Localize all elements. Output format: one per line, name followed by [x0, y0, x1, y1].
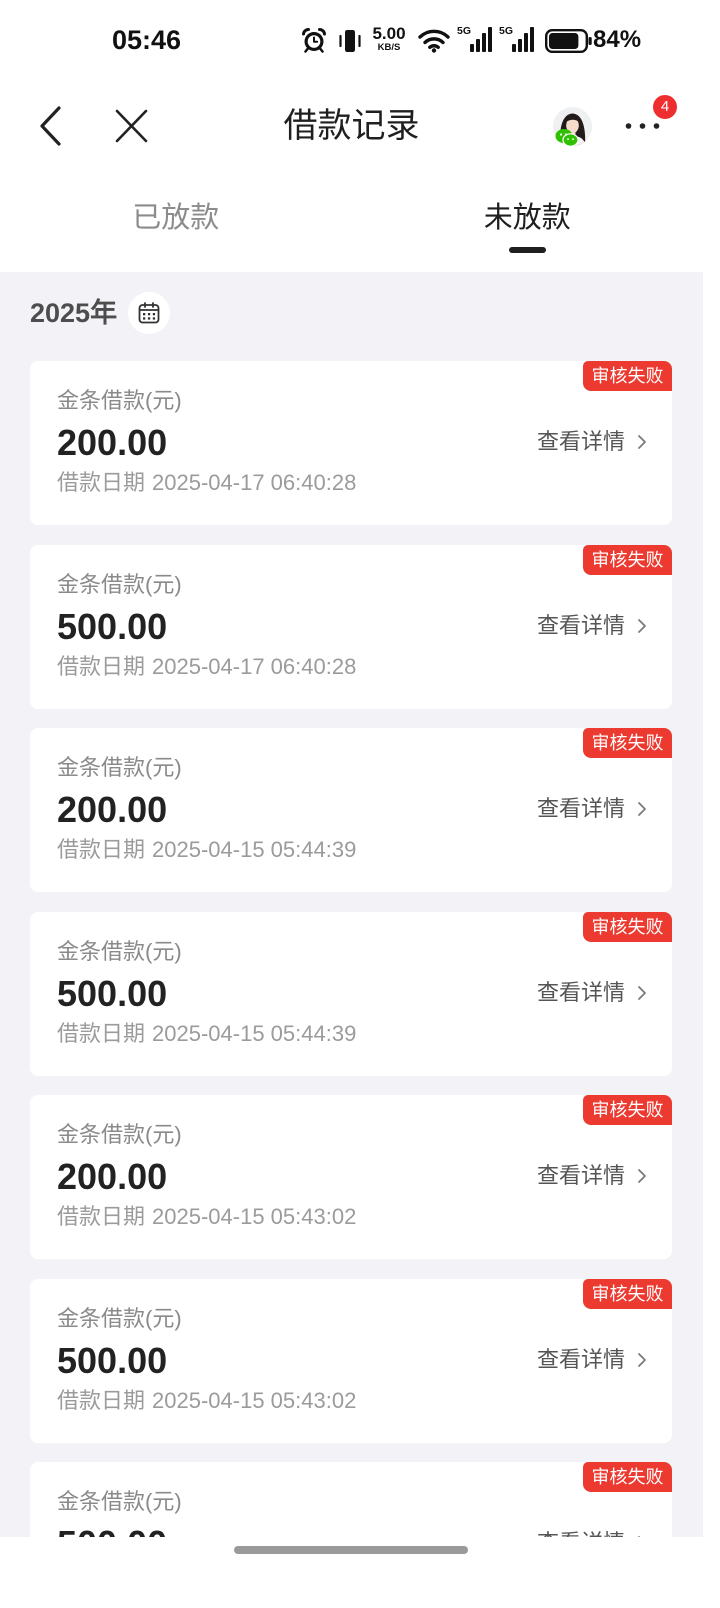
loan-date-value: 2025-04-17 06:40:28 — [152, 470, 357, 495]
loan-date-value: 2025-04-15 05:44:39 — [152, 1020, 357, 1046]
calendar-button[interactable] — [128, 292, 171, 334]
network-type-label: 5G — [499, 25, 514, 37]
network-speed: 5.00 KB/S — [367, 25, 411, 53]
view-details-link[interactable]: 查看详情 — [537, 1528, 647, 1537]
status-time: 05:46 — [112, 25, 182, 55]
calendar-icon — [138, 302, 160, 324]
loan-record-card[interactable]: 审核失败 金条借款(元) 500.00 借款日期 2025-04-15 05:44… — [30, 911, 672, 1076]
loan-date-label: 借款日期 — [57, 1387, 146, 1413]
chevron-right-icon — [638, 985, 646, 1000]
loan-record-card[interactable]: 审核失败 金条借款(元) 500.00 查看详情 — [30, 1462, 672, 1537]
battery-icon — [545, 29, 592, 53]
loan-amount: 500.00 — [57, 1339, 168, 1381]
view-details-label: 查看详情 — [536, 612, 625, 638]
tab-label: 未放款 — [483, 202, 571, 234]
view-details-link[interactable]: 查看详情 — [537, 427, 647, 457]
wifi-icon — [418, 29, 450, 53]
loan-date: 借款日期 2025-04-15 05:43:02 — [57, 1386, 356, 1416]
status-badge: 审核失败 — [583, 1278, 672, 1309]
loan-date-label: 借款日期 — [57, 1204, 146, 1229]
chevron-right-icon — [638, 1352, 646, 1367]
alarm-clock-icon — [302, 27, 326, 53]
status-badge: 审核失败 — [583, 544, 672, 575]
cellular-signal-1: 5G — [457, 26, 493, 54]
records-panel: 2025年 审核失败 金条借款(元) 200.00 借款日期 2025-04-1… — [0, 272, 703, 1537]
loan-date-label: 借款日期 — [57, 1020, 146, 1046]
view-details-label: 查看详情 — [536, 796, 625, 821]
view-details-label: 查看详情 — [536, 429, 625, 454]
screen: 05:46 5.00 KB/S 5G 5G 84% 借款记录 4 已放款 未放款… — [0, 0, 720, 1608]
year-label: 2025年 — [30, 298, 118, 328]
chevron-right-icon — [638, 1169, 646, 1183]
page-title: 借款记录 — [283, 107, 420, 145]
loan-record-card[interactable]: 审核失败 金条借款(元) 500.00 借款日期 2025-04-17 06:40… — [30, 544, 672, 709]
product-label: 金条借款(元) — [57, 1122, 182, 1147]
view-details-link[interactable]: 查看详情 — [537, 794, 647, 824]
loan-date-value: 2025-04-15 05:43:02 — [152, 1204, 357, 1229]
loan-amount: 200.00 — [57, 789, 168, 830]
loan-date-label: 借款日期 — [57, 470, 146, 495]
tab-not-disbursed[interactable]: 未放款 — [352, 180, 704, 260]
loan-record-card[interactable]: 审核失败 金条借款(元) 200.00 借款日期 2025-04-17 06:40… — [30, 361, 672, 525]
status-badge: 审核失败 — [583, 911, 672, 942]
view-details-link[interactable]: 查看详情 — [537, 1161, 647, 1191]
loan-amount: 500.00 — [57, 972, 168, 1014]
loan-record-card[interactable]: 审核失败 金条借款(元) 200.00 借款日期 2025-04-15 05:43… — [30, 1095, 672, 1259]
home-indicator[interactable] — [234, 1546, 468, 1554]
loan-date-value: 2025-04-17 06:40:28 — [152, 653, 357, 679]
network-type-label: 5G — [457, 25, 472, 37]
loan-date: 借款日期 2025-04-17 06:40:28 — [57, 468, 356, 498]
product-label: 金条借款(元) — [57, 1305, 182, 1331]
tab-label: 已放款 — [132, 202, 220, 234]
status-badge: 审核失败 — [583, 728, 672, 758]
chevron-right-icon — [638, 435, 646, 449]
view-details-link[interactable]: 查看详情 — [537, 978, 647, 1008]
status-badge: 审核失败 — [583, 1462, 672, 1492]
year-filter[interactable]: 2025年 — [30, 292, 171, 334]
network-speed-value: 5.00 — [372, 24, 406, 43]
loan-date: 借款日期 2025-04-15 05:43:02 — [57, 1202, 356, 1232]
active-tab-indicator — [508, 247, 546, 253]
battery-percentage: 84% — [593, 26, 642, 53]
loan-record-list: 审核失败 金条借款(元) 200.00 借款日期 2025-04-17 06:40… — [30, 361, 672, 1537]
loan-date-label: 借款日期 — [57, 653, 146, 679]
view-details-label: 查看详情 — [536, 979, 625, 1005]
loan-amount: 500.00 — [57, 1521, 167, 1537]
tab-bar: 已放款 未放款 — [0, 180, 703, 260]
loan-date: 借款日期 2025-04-15 05:44:39 — [57, 1019, 356, 1049]
gesture-bar-area — [0, 1537, 720, 1608]
product-label: 金条借款(元) — [57, 571, 182, 597]
view-details-link[interactable]: 查看详情 — [537, 1345, 647, 1375]
cellular-signal-2: 5G — [499, 26, 535, 54]
status-bar: 05:46 5.00 KB/S 5G 5G 84% — [0, 0, 703, 80]
chevron-right-icon — [638, 802, 646, 816]
view-details-label: 查看详情 — [537, 1528, 625, 1537]
product-label: 金条借款(元) — [57, 1489, 182, 1514]
chevron-right-icon — [638, 618, 646, 633]
notification-badge: 4 — [653, 95, 677, 119]
vibrate-icon — [339, 30, 361, 52]
loan-amount: 500.00 — [57, 605, 168, 647]
nav-bar: 借款记录 4 — [0, 80, 703, 172]
loan-amount: 200.00 — [57, 1156, 168, 1197]
product-label: 金条借款(元) — [57, 388, 182, 413]
view-details-label: 查看详情 — [536, 1163, 625, 1188]
loan-record-card[interactable]: 审核失败 金条借款(元) 200.00 借款日期 2025-04-15 05:44… — [30, 728, 672, 892]
loan-date: 借款日期 2025-04-17 06:40:28 — [57, 652, 356, 682]
loan-amount: 200.00 — [57, 422, 168, 463]
loan-date-label: 借款日期 — [57, 837, 146, 862]
loan-date-value: 2025-04-15 05:44:39 — [152, 837, 357, 862]
product-label: 金条借款(元) — [57, 938, 182, 964]
loan-date: 借款日期 2025-04-15 05:44:39 — [57, 835, 356, 865]
view-details-link[interactable]: 查看详情 — [537, 611, 647, 641]
loan-record-card[interactable]: 审核失败 金条借款(元) 500.00 借款日期 2025-04-15 05:43… — [30, 1278, 672, 1443]
status-badge: 审核失败 — [583, 361, 672, 391]
product-label: 金条借款(元) — [57, 755, 182, 780]
network-speed-unit: KB/S — [377, 42, 401, 53]
wechat-badge-icon — [555, 129, 579, 147]
tab-disbursed[interactable]: 已放款 — [0, 180, 352, 260]
loan-date-value: 2025-04-15 05:43:02 — [152, 1387, 357, 1413]
status-badge: 审核失败 — [583, 1095, 672, 1125]
view-details-label: 查看详情 — [536, 1346, 625, 1372]
